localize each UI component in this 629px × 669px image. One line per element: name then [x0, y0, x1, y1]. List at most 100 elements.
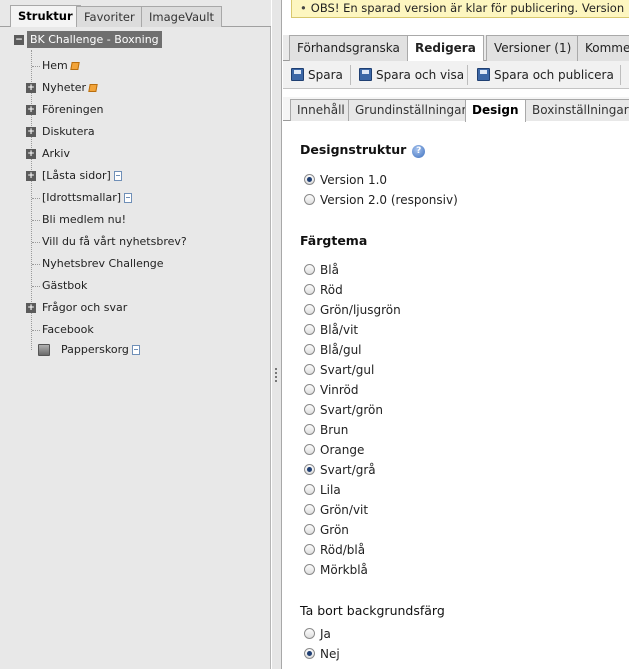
radio-theme-option[interactable]: Lila — [304, 481, 341, 499]
radio-button[interactable] — [304, 524, 315, 535]
radio-button[interactable] — [304, 284, 315, 295]
radio-theme-option[interactable]: Röd — [304, 281, 343, 299]
toolbar-separator — [467, 65, 468, 85]
radio-label: Blå/gul — [320, 343, 362, 357]
radio-label: Version 1.0 — [320, 173, 388, 187]
radio-theme-option[interactable]: Svart/grå — [304, 461, 376, 479]
save-and-view-button[interactable]: Spara och visa — [359, 66, 464, 84]
expand-icon[interactable]: + — [26, 171, 36, 181]
expand-icon[interactable]: + — [26, 83, 36, 93]
tree-connector — [32, 66, 40, 67]
radio-label: Nej — [320, 647, 340, 661]
tree-root-node[interactable]: BK Challenge - Boxning — [27, 31, 162, 48]
radio-theme-option[interactable]: Grön/ljusgrön — [304, 301, 401, 319]
grip-dot — [275, 376, 277, 378]
tab-grundinstallningar[interactable]: Grundinställningar — [348, 99, 474, 121]
tree-item-gastbok[interactable]: Gästbok — [42, 276, 87, 296]
radio-button[interactable] — [304, 628, 315, 639]
tree-item-fragor-och-svar[interactable]: Frågor och svar — [42, 298, 127, 318]
tree-item-lasta-sidor[interactable]: [Låsta sidor] — [42, 166, 122, 186]
radio-button[interactable] — [304, 424, 315, 435]
expand-icon[interactable]: + — [26, 127, 36, 137]
tree-item-nyheter[interactable]: Nyheter — [42, 78, 98, 98]
tab-forhandsgranska[interactable]: Förhandsgranska — [289, 35, 408, 61]
radio-theme-option[interactable]: Blå/vit — [304, 321, 358, 339]
tab-innehall[interactable]: Innehåll — [290, 99, 352, 121]
save-button[interactable]: Spara — [291, 66, 343, 84]
save-icon — [291, 68, 304, 81]
tab-struktur[interactable]: Struktur — [10, 5, 81, 27]
tree-item-label: [Låsta sidor] — [42, 169, 111, 182]
radio-button[interactable] — [304, 484, 315, 495]
tree-item-label: Papperskorg — [61, 343, 129, 356]
radio-label: Svart/gul — [320, 363, 375, 377]
tab-favoriter[interactable]: Favoriter — [76, 6, 143, 27]
radio-bg-option[interactable]: Ja — [304, 625, 331, 643]
tree-item-diskutera[interactable]: Diskutera — [42, 122, 95, 142]
expand-icon[interactable]: + — [26, 149, 36, 159]
tree-connector — [32, 242, 40, 243]
radio-button[interactable] — [304, 304, 315, 315]
tree-item-nyhetsbrev-challenge[interactable]: Nyhetsbrev Challenge — [42, 254, 164, 274]
grip-dot — [275, 372, 277, 374]
radio-button[interactable] — [304, 464, 315, 475]
radio-theme-option[interactable]: Svart/grön — [304, 401, 383, 419]
tree-item-bli-medlem[interactable]: Bli medlem nu! — [42, 210, 126, 230]
radio-label: Ja — [320, 627, 331, 641]
radio-button[interactable] — [304, 364, 315, 375]
radio-button[interactable] — [304, 344, 315, 355]
radio-button[interactable] — [304, 174, 315, 185]
tree-connector — [32, 198, 40, 199]
save-and-publish-button[interactable]: Spara och publicera — [477, 66, 614, 84]
radio-theme-option[interactable]: Vinröd — [304, 381, 359, 399]
radio-theme-option[interactable]: Grön — [304, 521, 349, 539]
radio-button[interactable] — [304, 544, 315, 555]
radio-theme-option[interactable]: Mörkblå — [304, 561, 368, 579]
tab-versioner[interactable]: Versioner (1) — [486, 35, 580, 61]
radio-button[interactable] — [304, 648, 315, 659]
tree-item-idrottsmallar[interactable]: [Idrottsmallar] — [42, 188, 133, 208]
radio-button[interactable] — [304, 194, 315, 205]
grip-dot — [275, 368, 277, 370]
tab-redigera[interactable]: Redigera — [407, 35, 484, 62]
tree-item-arkiv[interactable]: Arkiv — [42, 144, 70, 164]
tab-kommentarer[interactable]: Kommentarer — [577, 35, 629, 61]
radio-label: Blå/vit — [320, 323, 359, 337]
radio-button[interactable] — [304, 444, 315, 455]
radio-button[interactable] — [304, 564, 315, 575]
save-toolbar: Spara Spara och visa Spara och publicera — [283, 61, 629, 89]
expand-icon[interactable]: + — [26, 105, 36, 115]
radio-label: Grön — [320, 523, 349, 537]
radio-bg-option[interactable]: Nej — [304, 645, 340, 663]
designstruktur-heading: Designstruktur? — [300, 142, 426, 158]
tree-item-hem[interactable]: Hem — [42, 56, 80, 76]
tab-design[interactable]: Design — [465, 99, 526, 122]
radio-theme-option[interactable]: Brun — [304, 421, 348, 439]
radio-button[interactable] — [304, 264, 315, 275]
expand-icon[interactable]: + — [26, 303, 36, 313]
radio-structure-option[interactable]: Version 1.0 — [304, 171, 387, 189]
collapse-icon[interactable]: − — [14, 35, 24, 45]
tree-item-papperskorg[interactable]: Papperskorg — [61, 340, 140, 360]
radio-theme-option[interactable]: Orange — [304, 441, 364, 459]
tree-item-facebook[interactable]: Facebook — [42, 320, 94, 340]
radio-button[interactable] — [304, 504, 315, 515]
radio-theme-option[interactable]: Grön/vit — [304, 501, 368, 519]
help-icon[interactable]: ? — [412, 145, 426, 158]
tree-item-nyhetsbrev-signup[interactable]: Vill du få vårt nyhetsbrev? — [42, 232, 187, 252]
site-tree-panel: Struktur Favoriter ImageVault − BK Chall… — [0, 0, 271, 669]
panel-splitter[interactable] — [272, 0, 282, 669]
radio-theme-option[interactable]: Svart/gul — [304, 361, 374, 379]
radio-button[interactable] — [304, 404, 315, 415]
radio-theme-option[interactable]: Röd/blå — [304, 541, 365, 559]
tab-boxinstallningar[interactable]: Boxinställningar — [525, 99, 629, 121]
tree-item-foreningen[interactable]: Föreningen — [42, 100, 103, 120]
radio-structure-option[interactable]: Version 2.0 (responsiv) — [304, 191, 458, 209]
radio-button[interactable] — [304, 324, 315, 335]
radio-theme-option[interactable]: Blå/gul — [304, 341, 362, 359]
radio-button[interactable] — [304, 384, 315, 395]
tab-imagevault[interactable]: ImageVault — [141, 6, 223, 27]
radio-theme-option[interactable]: Blå — [304, 261, 339, 279]
radio-label: Blå — [320, 263, 339, 277]
radio-label: Röd — [320, 283, 343, 297]
